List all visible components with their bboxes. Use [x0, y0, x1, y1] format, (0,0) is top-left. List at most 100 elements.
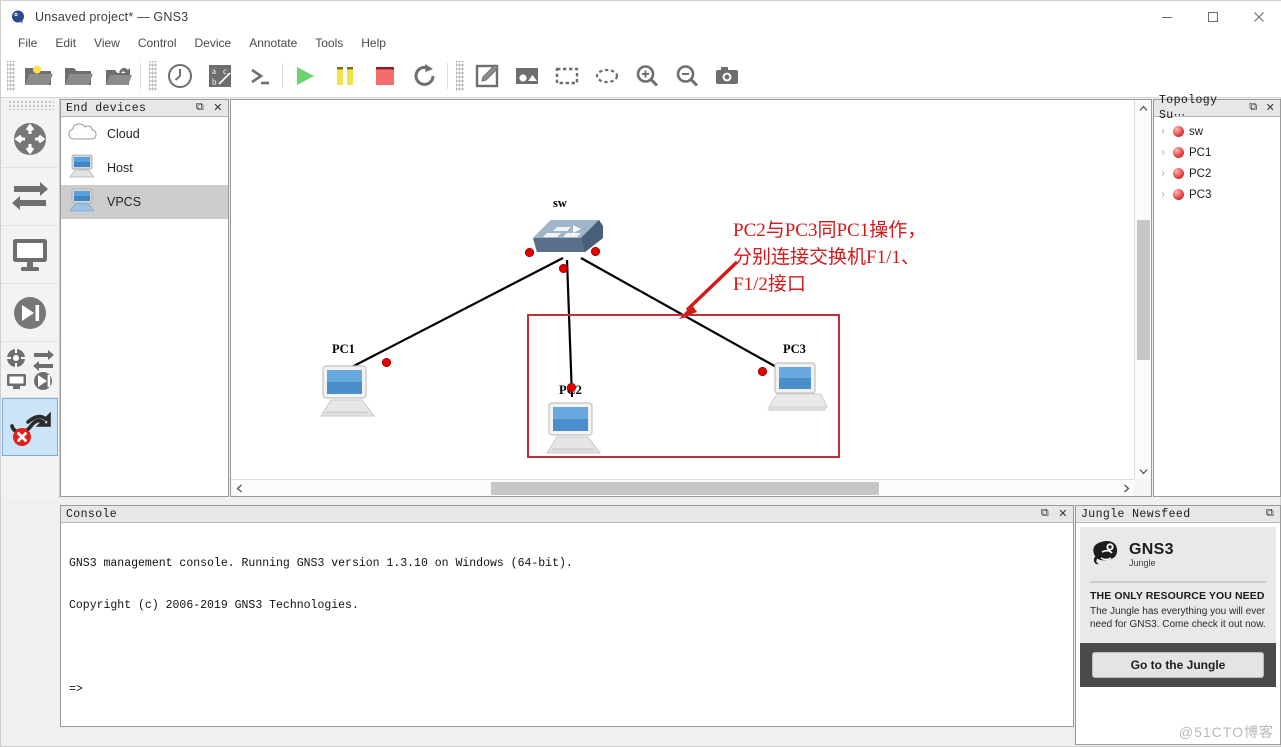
console-to-all-devices-icon[interactable] — [240, 58, 280, 94]
toolbar-grip-2[interactable] — [149, 60, 157, 91]
security-devices-icon[interactable] — [2, 284, 58, 342]
gns3-chameleon-icon — [11, 9, 27, 25]
canvas-node-label-pc3: PC3 — [783, 342, 806, 356]
canvas-node-pc3[interactable] — [767, 361, 829, 422]
canvas-vertical-scrollbar[interactable] — [1134, 100, 1151, 480]
canvas-horizontal-scrollbar[interactable] — [231, 479, 1135, 496]
chevron-right-icon[interactable]: › — [1158, 168, 1168, 179]
show-interface-labels-icon[interactable]: a c b — [200, 58, 240, 94]
snapshot-clock-icon[interactable] — [160, 58, 200, 94]
end-device-item-vpcs[interactable]: VPCS — [61, 185, 228, 219]
topology-node-label-pc1: PC1 — [1189, 146, 1212, 159]
topology-node-pc1[interactable]: › PC1 — [1154, 142, 1280, 163]
new-project-icon[interactable] — [18, 58, 58, 94]
device-toolbar-grip[interactable] — [7, 100, 54, 110]
switches-icon[interactable] — [2, 168, 58, 226]
go-to-the-jungle-button[interactable]: Go to the Jungle — [1092, 652, 1264, 678]
newsfeed-headline: THE ONLY RESOURCE YOU NEED — [1090, 590, 1265, 602]
add-note-icon[interactable] — [467, 58, 507, 94]
chevron-right-icon[interactable]: › — [1158, 189, 1168, 200]
gns3-main-window: Unsaved project* — GNS3 File Edit View C… — [0, 0, 1281, 747]
menu-file[interactable]: File — [9, 34, 46, 52]
toolbar-separator-3 — [447, 62, 448, 89]
link-dot-sw-pc1-b[interactable] — [382, 358, 391, 367]
all-devices-icon[interactable] — [2, 342, 58, 398]
annotation-text[interactable]: PC2与PC3同PC1操作， 分别连接交换机F1/1、 F1/2接口 — [733, 217, 926, 298]
end-devices-panel-title: End devices — [66, 101, 147, 115]
stop-all-devices-icon[interactable] — [365, 58, 405, 94]
window-controls — [1144, 1, 1281, 32]
console-float-button[interactable]: ⧉ — [1037, 507, 1053, 522]
link-dot-sw-pc2-b[interactable] — [567, 383, 576, 392]
minimize-button[interactable] — [1144, 1, 1190, 32]
end-device-label-cloud: Cloud — [107, 127, 140, 141]
menu-help[interactable]: Help — [352, 34, 395, 52]
gns3-jungle-chameleon-icon — [1090, 537, 1124, 572]
maximize-button[interactable] — [1190, 1, 1236, 32]
toolbar-grip-3[interactable] — [456, 60, 464, 91]
menu-view[interactable]: View — [85, 34, 129, 52]
annotation-line-1: PC2与PC3同PC1操作， — [733, 220, 927, 241]
menu-control[interactable]: Control — [129, 34, 186, 52]
canvas-horizontal-scroll-thumb[interactable] — [491, 482, 879, 495]
chevron-right-icon[interactable]: › — [1158, 126, 1168, 137]
cloud-icon — [67, 120, 97, 149]
end-devices-float-button[interactable]: ⧉ — [192, 101, 208, 116]
console-title-bar: Console ⧉ ✕ — [61, 506, 1073, 523]
link-dot-sw-pc3-a[interactable] — [591, 247, 600, 256]
canvas-scroll-right-arrow[interactable] — [1118, 480, 1135, 497]
topology-node-pc3[interactable]: › PC3 — [1154, 184, 1280, 205]
menu-annotate[interactable]: Annotate — [240, 34, 306, 52]
end-devices-close-button[interactable]: ✕ — [210, 101, 226, 116]
close-button[interactable] — [1236, 1, 1281, 32]
save-project-as-icon[interactable] — [98, 58, 138, 94]
end-devices-icon[interactable] — [2, 226, 58, 284]
toolbar-grip-1[interactable] — [7, 60, 15, 91]
screenshot-icon[interactable] — [707, 58, 747, 94]
topology-canvas[interactable]: PC2与PC3同PC1操作， 分别连接交换机F1/1、 F1/2接口 sw PC… — [231, 100, 1135, 480]
canvas-node-pc1[interactable] — [319, 364, 381, 425]
canvas-scroll-left-arrow[interactable] — [231, 480, 248, 497]
canvas-vertical-scroll-thumb[interactable] — [1137, 220, 1150, 360]
zoom-in-icon[interactable] — [627, 58, 667, 94]
newsfeed-float-button[interactable]: ⧉ — [1262, 507, 1278, 522]
chevron-right-icon[interactable]: › — [1158, 147, 1168, 158]
menu-device[interactable]: Device — [186, 34, 241, 52]
draw-ellipse-icon[interactable] — [587, 58, 627, 94]
svg-text:c: c — [223, 66, 227, 76]
topology-node-pc2[interactable]: › PC2 — [1154, 163, 1280, 184]
reload-all-devices-icon[interactable] — [405, 58, 445, 94]
start-all-devices-icon[interactable] — [285, 58, 325, 94]
status-led-icon — [1173, 147, 1184, 158]
suspend-all-devices-icon[interactable] — [325, 58, 365, 94]
console-close-button[interactable]: ✕ — [1055, 507, 1071, 522]
canvas-node-pc2[interactable] — [545, 401, 607, 462]
menu-edit[interactable]: Edit — [46, 34, 85, 52]
console-line-2: Copyright (c) 2006-2019 GNS3 Technologie… — [69, 599, 359, 612]
status-led-icon — [1173, 126, 1184, 137]
topology-summary-float-button[interactable]: ⧉ — [1246, 101, 1261, 116]
canvas-scroll-down-arrow[interactable] — [1135, 463, 1152, 480]
insert-picture-icon[interactable] — [507, 58, 547, 94]
console-output[interactable]: GNS3 management console. Running GNS3 ve… — [61, 523, 1073, 726]
link-dot-sw-pc2-a[interactable] — [559, 264, 568, 273]
link-dot-sw-pc1-a[interactable] — [525, 248, 534, 257]
open-project-icon[interactable] — [58, 58, 98, 94]
end-device-item-host[interactable]: Host — [61, 151, 228, 185]
add-a-link-icon[interactable] — [2, 398, 58, 456]
link-dot-sw-pc3-b[interactable] — [758, 367, 767, 376]
zoom-out-icon[interactable] — [667, 58, 707, 94]
console-line-1: GNS3 management console. Running GNS3 ve… — [69, 557, 573, 570]
draw-rectangle-icon[interactable] — [547, 58, 587, 94]
status-led-icon — [1173, 168, 1184, 179]
canvas-scroll-up-arrow[interactable] — [1135, 100, 1152, 117]
menu-tools[interactable]: Tools — [306, 34, 352, 52]
newsfeed-title: Jungle Newsfeed — [1081, 507, 1191, 521]
svg-text:a: a — [212, 66, 216, 76]
newsfeed-title-bar: Jungle Newsfeed ⧉ — [1076, 506, 1280, 523]
vpcs-computer-icon — [67, 187, 97, 217]
topology-summary-close-button[interactable]: ✕ — [1263, 101, 1278, 116]
routers-icon[interactable] — [2, 110, 58, 168]
topology-node-sw[interactable]: › sw — [1154, 121, 1280, 142]
end-device-item-cloud[interactable]: Cloud — [61, 117, 228, 151]
